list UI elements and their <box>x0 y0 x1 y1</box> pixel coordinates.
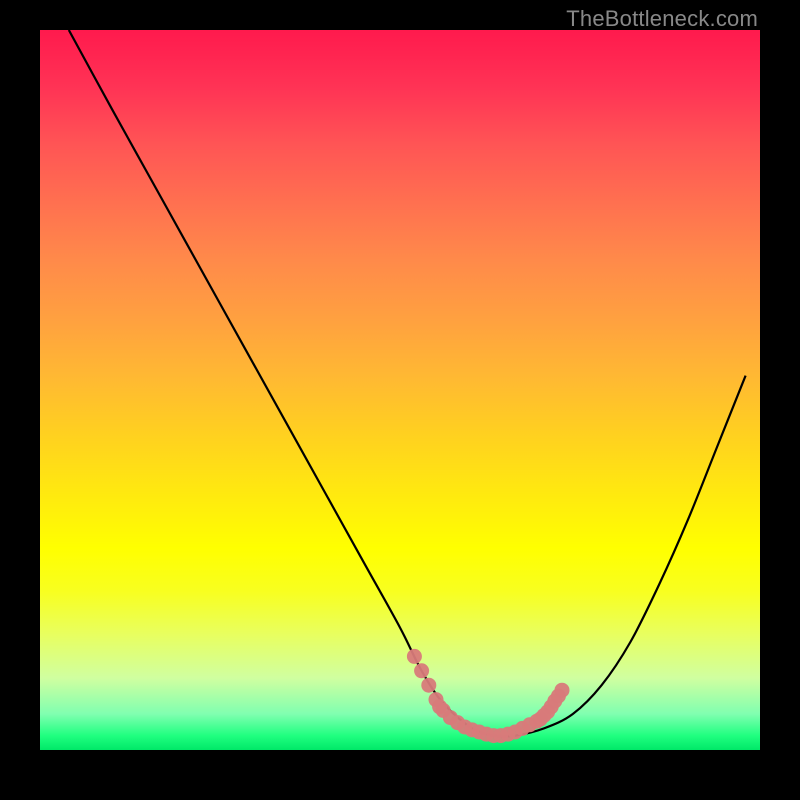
optimal-zone-scatter <box>40 30 760 750</box>
chart-container: TheBottleneck.com <box>0 0 800 800</box>
watermark-text: TheBottleneck.com <box>566 6 758 32</box>
plot-area <box>40 30 760 750</box>
